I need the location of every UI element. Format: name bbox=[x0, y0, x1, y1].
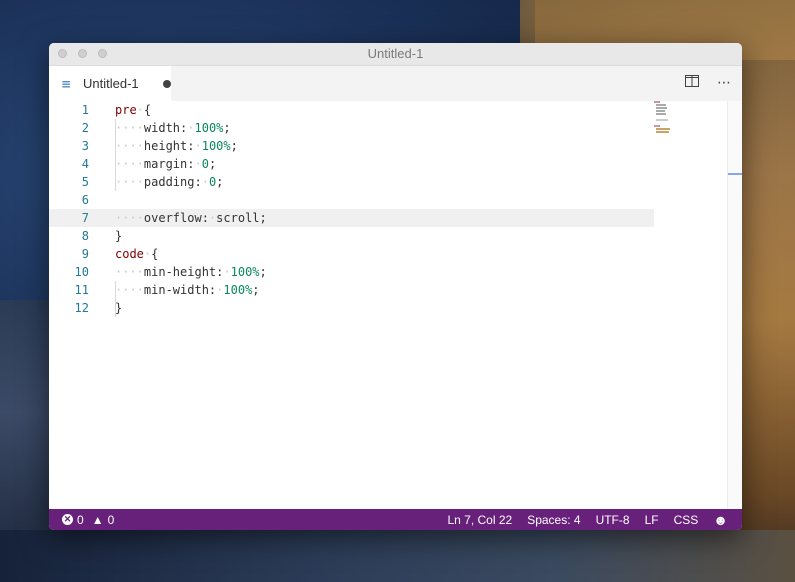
code-line[interactable]: 11 ····min-width:·100%; bbox=[49, 281, 654, 299]
end-of-line-selector[interactable]: LF bbox=[645, 513, 659, 527]
css-file-icon: ≡ bbox=[61, 76, 72, 91]
language-mode-selector[interactable]: CSS bbox=[674, 513, 699, 527]
line-number: 4 bbox=[81, 157, 89, 171]
line-number: 10 bbox=[74, 265, 89, 279]
more-actions-icon[interactable]: ⋯ bbox=[715, 74, 733, 92]
line-number: 3 bbox=[81, 139, 89, 153]
line-number: 5 bbox=[81, 175, 89, 189]
line-number: 8 bbox=[81, 229, 89, 243]
code-line[interactable]: 4 ····margin:·0; bbox=[49, 155, 654, 173]
line-number: 12 bbox=[74, 301, 89, 315]
tab-bar: ≡ Untitled-1 ⋯ bbox=[49, 66, 742, 101]
line-code: ····overflow:·scroll; bbox=[115, 211, 267, 225]
line-code: code·{ bbox=[115, 247, 159, 261]
status-bar: ✕ 0 ▲ 0 Ln 7, Col 22 Spaces: 4 UTF-8 LF … bbox=[49, 509, 742, 530]
line-code: ····margin:·0; bbox=[115, 157, 217, 171]
window-title: Untitled-1 bbox=[367, 46, 424, 61]
tab-untitled-1[interactable]: ≡ Untitled-1 bbox=[49, 66, 171, 101]
error-icon[interactable]: ✕ bbox=[62, 514, 73, 525]
line-number: 7 bbox=[81, 211, 89, 225]
code-editor[interactable]: 1 pre·{ 2 ····width:·100%; 3 ····height:·100%… bbox=[49, 101, 742, 509]
line-number: 9 bbox=[81, 247, 89, 261]
code-line[interactable]: 2 ····width:·100%; bbox=[49, 119, 654, 137]
code-line[interactable]: 5 ····padding:·0; bbox=[49, 173, 654, 191]
warning-count[interactable]: 0 bbox=[108, 513, 115, 527]
code-line[interactable]: 8} bbox=[49, 227, 654, 245]
code-line[interactable]: 7 ····overflow:·scroll; bbox=[49, 209, 654, 227]
background-water bbox=[0, 530, 795, 582]
code-line[interactable]: 9 code·{ bbox=[49, 245, 654, 263]
line-code: } bbox=[115, 229, 123, 243]
minimap[interactable] bbox=[654, 101, 724, 141]
line-code: } bbox=[115, 301, 123, 315]
encoding-selector[interactable]: UTF-8 bbox=[596, 513, 630, 527]
line-code: ····min-height:·100%; bbox=[115, 265, 267, 279]
cursor-position[interactable]: Ln 7, Col 22 bbox=[447, 513, 512, 527]
code-line[interactable]: 6 bbox=[49, 191, 654, 209]
vertical-scrollbar[interactable] bbox=[727, 101, 742, 509]
unsaved-dot-icon[interactable] bbox=[163, 80, 171, 88]
line-code: pre·{ bbox=[115, 103, 152, 117]
line-number: 6 bbox=[81, 193, 89, 207]
line-code: ····height:·100%; bbox=[115, 139, 238, 153]
code-line[interactable]: 12} bbox=[49, 299, 654, 317]
editor-window: Untitled-1 ≡ Untitled-1 ⋯ 1 pre·{ 2 ····wid… bbox=[49, 43, 742, 530]
tab-label: Untitled-1 bbox=[83, 76, 139, 91]
line-number: 1 bbox=[81, 103, 89, 117]
line-number: 2 bbox=[81, 121, 89, 135]
line-number: 11 bbox=[74, 283, 89, 297]
code-line[interactable]: 3 ····height:·100%; bbox=[49, 137, 654, 155]
line-code: ····width:·100%; bbox=[115, 121, 231, 135]
indentation-setting[interactable]: Spaces: 4 bbox=[527, 513, 580, 527]
error-count[interactable]: 0 bbox=[77, 513, 84, 527]
line-code: ····padding:·0; bbox=[115, 175, 224, 189]
warning-icon[interactable]: ▲ bbox=[92, 513, 104, 527]
line-code: ····min-width:·100%; bbox=[115, 283, 260, 297]
split-editor-icon[interactable] bbox=[683, 74, 701, 92]
code-line[interactable]: 1 pre·{ bbox=[49, 101, 654, 119]
cursor-position-marker bbox=[728, 173, 742, 175]
smiley-icon[interactable]: ☻ bbox=[713, 512, 728, 528]
code-line[interactable]: 10 ····min-height:·100%; bbox=[49, 263, 654, 281]
title-bar: Untitled-1 bbox=[49, 43, 742, 66]
